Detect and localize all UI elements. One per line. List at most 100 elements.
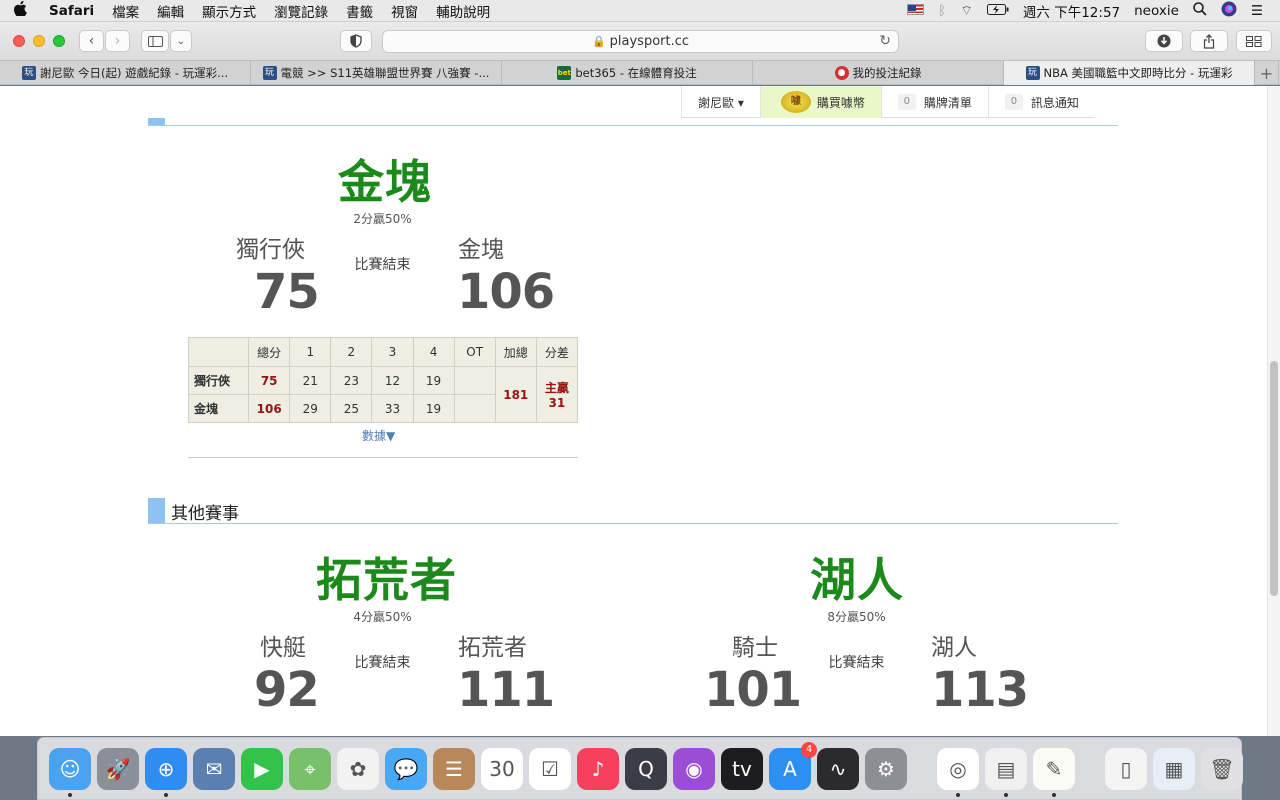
spread-result: 8分贏50% <box>827 610 886 624</box>
notify-label: 訊息通知 <box>1030 95 1079 110</box>
tab-my-bets[interactable]: ● 我的投注紀錄 <box>753 61 1004 85</box>
playsport-favicon-icon: 玩 <box>1025 66 1040 80</box>
scrollbar-thumb[interactable] <box>1270 361 1278 596</box>
section-divider <box>148 523 1118 524</box>
menu-bookmarks[interactable]: 書籤 <box>337 1 382 21</box>
user-menu-dropdown[interactable]: 謝尼歐 ▾ <box>681 86 760 118</box>
tab-esports[interactable]: 玩 電競 >> S11英雄聯盟世界賽 八強賽 -... <box>251 61 502 85</box>
chrome-icon[interactable]: ◎ <box>937 747 979 797</box>
stats-expand-link[interactable]: 數據▼ <box>362 427 395 444</box>
app-store-icon[interactable]: A4 <box>769 741 817 790</box>
table-row-away: 獨行俠 75 21 23 12 19 181 主贏 31 <box>187 366 579 423</box>
calendar-icon[interactable]: 30 <box>481 747 523 790</box>
documents-stack-icon[interactable]: ▯ <box>1105 747 1147 790</box>
podcasts-icon[interactable]: ◉ <box>673 747 715 790</box>
away-team-name[interactable]: 騎士 <box>732 628 778 662</box>
reminders-icon[interactable]: ☑ <box>529 747 571 790</box>
preview-icon[interactable]: ▤ <box>985 747 1027 797</box>
apple-menu-icon[interactable] <box>0 0 40 20</box>
tab-overview-icon[interactable] <box>1236 30 1272 52</box>
away-team-score: 75 <box>254 264 320 320</box>
photos-icon[interactable]: ✿ <box>337 747 379 790</box>
sidebar-chevron-down-icon[interactable]: ⌄ <box>170 30 192 52</box>
downloads-icon[interactable] <box>1145 30 1183 52</box>
total-cell: 106 <box>248 394 291 423</box>
winner-team: 湖人 <box>810 553 904 607</box>
menu-history[interactable]: 瀏覽記錄 <box>265 1 337 21</box>
bluetooth-icon[interactable]: ᛒ <box>931 3 953 19</box>
downloads-stack-icon[interactable]: ▦ <box>1153 747 1195 790</box>
buy-coins-label: 購買噱幣 <box>816 95 865 110</box>
system-preferences-icon[interactable]: ⚙ <box>865 747 907 790</box>
home-team-name[interactable]: 拓荒者 <box>458 628 527 662</box>
launchpad-icon[interactable]: 🚀 <box>97 747 139 790</box>
home-team-name[interactable]: 湖人 <box>931 628 977 662</box>
voice-memos-icon[interactable]: ∿ <box>817 747 859 790</box>
close-window-button[interactable] <box>13 35 25 47</box>
menu-help[interactable]: 輔助說明 <box>427 1 499 21</box>
battery-icon[interactable] <box>980 3 1016 19</box>
section-marker <box>148 498 165 523</box>
notification-center-icon[interactable]: ☰ <box>1244 3 1270 19</box>
finder-icon[interactable]: ☺ <box>49 747 91 797</box>
contacts-icon[interactable]: ☰ <box>433 747 475 790</box>
ot-cell <box>453 394 496 423</box>
tab-play-record[interactable]: 玩 謝尼歐 今日(起) 遊戲紀錄 - 玩運彩... <box>0 61 251 85</box>
trash-icon[interactable]: 🗑 <box>1201 747 1243 790</box>
browser-toolbar: ‹ › ⌄ 🔒 playsport.cc ↻ <box>0 22 1280 60</box>
spotlight-search-icon[interactable] <box>1186 1 1214 20</box>
minimize-window-button[interactable] <box>33 35 45 47</box>
fullscreen-window-button[interactable] <box>53 35 65 47</box>
share-icon[interactable] <box>1190 30 1228 52</box>
maps-icon[interactable]: ⌖ <box>289 747 331 790</box>
wifi-icon[interactable]: ⌔ <box>953 2 980 19</box>
tab-label: NBA 美國職籃中文即時比分 - 玩運彩 <box>1043 66 1233 80</box>
buy-coins-button[interactable]: 噱 購買噱幣 <box>759 86 881 118</box>
table-header-cell: 4 <box>412 337 455 367</box>
reload-icon[interactable]: ↻ <box>879 33 891 49</box>
menu-file[interactable]: 檔案 <box>103 1 148 21</box>
away-team-score: 101 <box>704 662 802 718</box>
away-team-name[interactable]: 獨行俠 <box>236 230 305 264</box>
menu-window[interactable]: 視窗 <box>382 1 427 21</box>
new-tab-plus-icon[interactable]: + <box>1255 61 1279 85</box>
music-icon[interactable]: ♪ <box>577 747 619 790</box>
textedit-icon[interactable]: ✎ <box>1033 747 1075 797</box>
address-bar[interactable]: 🔒 playsport.cc ↻ <box>382 30 899 53</box>
menu-view[interactable]: 顯示方式 <box>193 1 265 21</box>
running-indicator <box>1052 792 1056 797</box>
tab-label: 電競 >> S11英雄聯盟世界賽 八強賽 -... <box>280 66 490 80</box>
cart-link[interactable]: 0 購牌清單 <box>880 86 988 118</box>
tab-nba-live[interactable]: 玩 NBA 美國職籃中文即時比分 - 玩運彩 <box>1004 61 1255 85</box>
playsport-favicon-icon: 玩 <box>262 66 277 80</box>
mail-icon[interactable]: ✉ <box>193 747 235 790</box>
messages-icon[interactable]: 💬 <box>385 747 427 790</box>
quarter-cell: 25 <box>330 394 373 423</box>
ot-cell <box>453 366 496 395</box>
back-button[interactable]: ‹ <box>79 30 104 52</box>
table-header-cell: OT <box>453 337 496 367</box>
clock[interactable]: 週六 下午12:57 <box>1016 1 1127 21</box>
quicktime-icon[interactable]: Q <box>625 747 667 790</box>
tab-bet365[interactable]: bet bet365 - 在線體育投注 <box>502 61 753 85</box>
facetime-icon[interactable]: ▶ <box>241 747 283 790</box>
menu-edit[interactable]: 編輯 <box>148 1 193 21</box>
user-name[interactable]: neoxie <box>1127 3 1186 19</box>
box-score-table: 總分 1 2 3 4 OT 加總 分差 獨行俠 75 21 23 12 19 1… <box>187 337 579 423</box>
running-indicator <box>956 792 960 797</box>
sidebar-toggle-icon[interactable] <box>141 30 169 52</box>
tab-label: bet365 - 在線體育投注 <box>575 66 697 80</box>
siri-icon[interactable] <box>1214 1 1244 21</box>
notify-count-badge: 0 <box>1004 94 1023 110</box>
apple-tv-icon[interactable]: tv <box>721 747 763 790</box>
menu-app-name[interactable]: Safari <box>40 3 103 19</box>
page-scrollbar[interactable] <box>1267 86 1280 736</box>
privacy-shield-icon[interactable] <box>340 30 372 52</box>
other-game-card: 湖人 8分贏50% 騎士 比賽結束 湖人 101 113 <box>624 544 1029 724</box>
forward-button[interactable]: › <box>105 30 130 52</box>
lock-icon: 🔒 <box>591 35 606 48</box>
home-team-name[interactable]: 金塊 <box>458 230 504 264</box>
safari-icon[interactable]: ⊕ <box>145 747 187 797</box>
input-source-flag-icon[interactable] <box>900 3 931 19</box>
notifications-link[interactable]: 0 訊息通知 <box>987 86 1095 118</box>
